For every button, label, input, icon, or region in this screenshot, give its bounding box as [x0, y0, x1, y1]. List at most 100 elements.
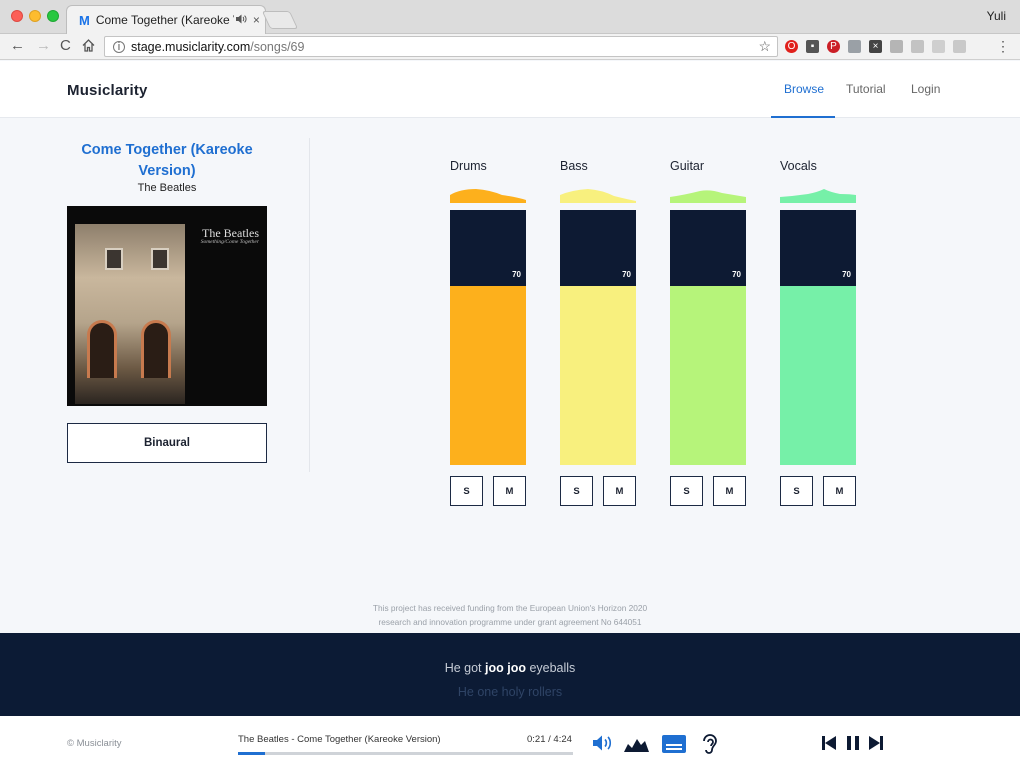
song-title: Come Together (Kareoke Version) [81, 142, 253, 179]
brand-logo[interactable]: Musiclarity [67, 82, 148, 99]
track-vocals: Vocals 70 S M [780, 150, 857, 510]
track-label: Bass [560, 159, 588, 173]
lyrics-icon[interactable] [662, 735, 686, 758]
waveform-icon[interactable] [624, 736, 649, 757]
dropbox-extension-icon[interactable] [911, 40, 924, 53]
cover-subtitle-text: Something/Come Together [200, 239, 259, 245]
close-tab-icon[interactable]: × [253, 13, 260, 27]
page-extension-icon[interactable] [953, 40, 966, 53]
lyric-post: eyeballs [525, 661, 576, 675]
cover-window [151, 248, 169, 270]
nav-browse[interactable]: Browse [784, 82, 824, 96]
tab-title: Come Together (Kareoke Ve [95, 13, 234, 27]
cover-photo [75, 224, 185, 404]
funding-line-2: research and innovation programme under … [378, 617, 642, 627]
home-icon[interactable] [82, 37, 95, 56]
track-label: Guitar [670, 159, 705, 173]
address-bar[interactable]: i stage.musiclarity.com/songs/69 ☆ [104, 36, 778, 57]
track-waveform [450, 189, 526, 203]
nav-login[interactable]: Login [911, 82, 940, 96]
maximize-window-button[interactable] [47, 10, 59, 22]
lyric-pre: He got [444, 661, 485, 675]
printer-extension-icon[interactable]: ▪ [806, 40, 819, 53]
lyric-highlight: joo joo [485, 661, 526, 675]
back-icon[interactable]: ← [10, 37, 25, 54]
close-window-button[interactable] [11, 10, 23, 22]
new-tab-button[interactable] [261, 11, 299, 29]
solo-button[interactable]: S [450, 476, 483, 506]
song-artist: The Beatles [137, 182, 197, 194]
volume-fader[interactable]: 70 [780, 210, 856, 465]
cover-arch [87, 320, 117, 378]
bookmark-star-icon[interactable]: ☆ [758, 38, 771, 55]
volume-fill [560, 286, 636, 465]
lyrics-panel: He got joo joo eyeballs He one holy roll… [0, 633, 1020, 716]
x-extension-icon[interactable]: × [869, 40, 882, 53]
lyric-next-line: He one holy rollers [457, 685, 563, 699]
active-nav-indicator [771, 116, 835, 118]
k-extension-icon[interactable] [890, 40, 903, 53]
cover-arch [141, 320, 171, 378]
playback-time: 0:21 / 4:24 [527, 734, 572, 745]
mute-button[interactable]: M [823, 476, 856, 506]
minimize-window-button[interactable] [29, 10, 41, 22]
funding-notice: This project has received funding from t… [310, 601, 710, 629]
forward-icon[interactable]: → [36, 37, 51, 54]
volume-fader[interactable]: 70 [450, 210, 526, 465]
pause-icon[interactable] [846, 735, 860, 756]
volume-value: 70 [512, 270, 521, 279]
speaker-icon[interactable] [235, 14, 247, 27]
volume-fill [670, 286, 746, 465]
solo-button[interactable]: S [670, 476, 703, 506]
progress-bar[interactable] [238, 752, 573, 755]
volume-fill [450, 286, 526, 465]
solo-button[interactable]: S [780, 476, 813, 506]
solo-button[interactable]: S [560, 476, 593, 506]
next-icon[interactable] [869, 735, 883, 756]
pinterest-extension-icon[interactable]: P [827, 40, 840, 53]
track-waveform [780, 189, 856, 203]
browser-tab[interactable]: M Come Together (Kareoke Ve × [66, 5, 266, 34]
opera-extension-icon[interactable]: O [785, 40, 798, 53]
more-menu-icon[interactable]: ⋮ [996, 38, 1010, 55]
column-divider [309, 138, 310, 472]
ear-icon[interactable] [700, 732, 720, 761]
profile-name[interactable]: Yuli [987, 9, 1006, 23]
screenshot-extension-icon[interactable] [848, 40, 861, 53]
volume-icon[interactable] [592, 734, 614, 757]
cover-window [105, 248, 123, 270]
browser-tab-bar: M Come Together (Kareoke Ve × Yuli [0, 0, 1020, 34]
player-bar: © Musiclarity The Beatles - Come Togethe… [0, 716, 1020, 776]
track-label: Vocals [780, 159, 817, 173]
progress-fill [238, 752, 265, 755]
track-label: Drums [450, 159, 487, 173]
lyric-current-line: He got joo joo eyeballs [0, 661, 1020, 675]
volume-fader[interactable]: 70 [670, 210, 746, 465]
track-waveform [670, 190, 746, 203]
track-bass: Bass 70 S M [560, 150, 637, 510]
volume-fill [780, 286, 856, 465]
nav-tutorial[interactable]: Tutorial [846, 82, 886, 96]
volume-fader[interactable]: 70 [560, 210, 636, 465]
mute-button[interactable]: M [713, 476, 746, 506]
track-guitar: Guitar 70 S M [670, 150, 747, 510]
volume-value: 70 [842, 270, 851, 279]
track-drums: Drums 70 S M [450, 150, 527, 510]
reload-icon[interactable]: C [60, 37, 71, 54]
funding-line-1: This project has received funding from t… [372, 603, 648, 613]
musiclarity-favicon-icon: M [79, 12, 90, 28]
mute-button[interactable]: M [603, 476, 636, 506]
volume-value: 70 [732, 270, 741, 279]
volume-value: 70 [622, 270, 631, 279]
info-icon[interactable]: i [113, 40, 125, 53]
grid-extension-icon[interactable] [932, 40, 945, 53]
binaural-button[interactable]: Binaural [67, 423, 267, 463]
album-cover: The Beatles Something/Come Together [67, 206, 267, 406]
copyright: © Musiclarity [67, 738, 122, 749]
previous-icon[interactable] [822, 735, 836, 756]
mute-button[interactable]: M [493, 476, 526, 506]
url-host: stage.musiclarity.com [131, 39, 251, 54]
track-waveform [560, 189, 636, 203]
now-playing-title: The Beatles - Come Together (Kareoke Ver… [238, 734, 441, 745]
url-path: /songs/69 [250, 39, 305, 54]
